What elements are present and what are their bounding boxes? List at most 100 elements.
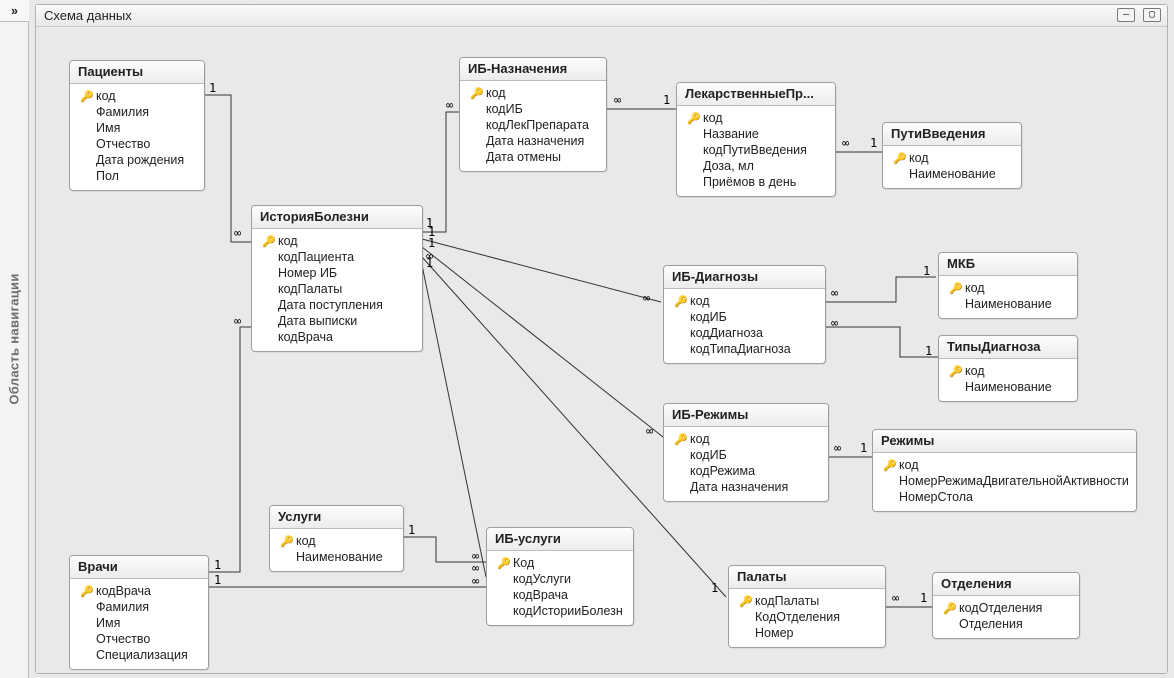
svg-text:1: 1: [860, 441, 867, 455]
field: код: [690, 432, 710, 446]
field: кодТипаДиагноза: [690, 342, 791, 356]
window-maximize-button[interactable]: ▢: [1143, 8, 1161, 22]
field: кодВрача: [513, 588, 568, 602]
svg-text:1: 1: [923, 264, 930, 278]
key-icon: 🔑: [893, 152, 907, 165]
field: код: [703, 111, 723, 125]
field: Имя: [96, 121, 120, 135]
table-title: ИБ-Режимы: [664, 404, 828, 427]
field: Дата рождения: [96, 153, 184, 167]
key-icon: 🔑: [497, 557, 511, 570]
table-title: Услуги: [270, 506, 403, 529]
table-modes[interactable]: Режимы 🔑код НомерРежимаДвигательнойАктив…: [872, 429, 1137, 512]
field: кодВрача: [278, 330, 333, 344]
table-history[interactable]: ИсторияБолезни 🔑код кодПациента Номер ИБ…: [251, 205, 423, 352]
navigation-pane: » Область навигации: [0, 0, 29, 678]
nav-toggle-button[interactable]: »: [0, 0, 29, 22]
field: Номер: [755, 626, 793, 640]
table-title: ПутиВведения: [883, 123, 1021, 146]
field: код: [965, 281, 985, 295]
svg-text:1: 1: [428, 225, 435, 239]
field: кодДиагноза: [690, 326, 763, 340]
field: код: [296, 534, 316, 548]
svg-text:∞: ∞: [892, 591, 899, 605]
nav-toggle-icon: »: [11, 4, 18, 18]
key-icon: 🔑: [883, 459, 897, 472]
table-services[interactable]: Услуги 🔑код Наименование: [269, 505, 404, 572]
table-diag-types[interactable]: ТипыДиагноза 🔑код Наименование: [938, 335, 1078, 402]
table-title: ИсторияБолезни: [252, 206, 422, 229]
key-icon: 🔑: [262, 235, 276, 248]
table-routes[interactable]: ПутиВведения 🔑код Наименование: [882, 122, 1022, 189]
svg-text:1: 1: [426, 216, 433, 230]
table-title: Отделения: [933, 573, 1079, 596]
field: кодПалаты: [278, 282, 342, 296]
table-mkb[interactable]: МКБ 🔑код Наименование: [938, 252, 1078, 319]
key-icon: 🔑: [80, 90, 94, 103]
field: кодВрача: [96, 584, 151, 598]
key-icon: 🔑: [470, 87, 484, 100]
key-icon: 🔑: [949, 365, 963, 378]
key-icon: 🔑: [949, 282, 963, 295]
table-title: Режимы: [873, 430, 1136, 453]
svg-text:1: 1: [920, 591, 927, 605]
key-icon: 🔑: [80, 585, 94, 598]
table-title: Врачи: [70, 556, 208, 579]
table-patients[interactable]: Пациенты 🔑код Фамилия Имя Отчество Дата …: [69, 60, 205, 191]
field: Отделения: [959, 617, 1023, 631]
table-ib-diag[interactable]: ИБ-Диагнозы 🔑код кодИБ кодДиагноза кодТи…: [663, 265, 826, 364]
field: кодПутиВведения: [703, 143, 807, 157]
maximize-icon: ▢: [1149, 10, 1155, 20]
table-doctors[interactable]: Врачи 🔑кодВрача Фамилия Имя Отчество Спе…: [69, 555, 209, 670]
window-minimize-button[interactable]: —: [1117, 8, 1135, 22]
field: кодУслуги: [513, 572, 571, 586]
svg-text:1: 1: [214, 573, 221, 587]
svg-text:1: 1: [428, 236, 435, 250]
table-ib-modes[interactable]: ИБ-Режимы 🔑код кодИБ кодРежима Дата назн…: [663, 403, 829, 502]
field: кодИсторииБолезн: [513, 604, 623, 618]
svg-text:∞: ∞: [646, 424, 653, 438]
table-title: ИБ-Назначения: [460, 58, 606, 81]
table-wards[interactable]: Палаты 🔑кодПалаты КодОтделения Номер: [728, 565, 886, 648]
table-title: Палаты: [729, 566, 885, 589]
key-icon: 🔑: [280, 535, 294, 548]
svg-text:∞: ∞: [446, 98, 453, 112]
table-title: ИБ-услуги: [487, 528, 633, 551]
field: код: [965, 364, 985, 378]
table-departments[interactable]: Отделения 🔑кодОтделения Отделения: [932, 572, 1080, 639]
field: Наименование: [965, 297, 1052, 311]
table-title: ЛекарственныеПр...: [677, 83, 835, 106]
svg-text:∞: ∞: [842, 136, 849, 150]
table-title: МКБ: [939, 253, 1077, 276]
field: кодОтделения: [959, 601, 1042, 615]
field: Дата назначения: [690, 480, 788, 494]
field: Наименование: [909, 167, 996, 181]
field: Специализация: [96, 648, 188, 662]
svg-text:∞: ∞: [831, 316, 838, 330]
svg-text:1: 1: [408, 523, 415, 537]
svg-text:∞: ∞: [426, 249, 433, 263]
minimize-icon: —: [1123, 10, 1129, 20]
table-drugs[interactable]: ЛекарственныеПр... 🔑код Название кодПути…: [676, 82, 836, 197]
field: кодЛекПрепарата: [486, 118, 589, 132]
svg-text:1: 1: [870, 136, 877, 150]
table-ib-assign[interactable]: ИБ-Назначения 🔑код кодИБ кодЛекПрепарата…: [459, 57, 607, 172]
field: Отчество: [96, 137, 150, 151]
window-titlebar[interactable]: Схема данных — ▢: [36, 5, 1167, 27]
diagram-canvas[interactable]: 1∞ 1∞ ∞1 ∞1 1∞ ∞1 ∞1 1∞ ∞1: [36, 27, 1167, 673]
field: кодПациента: [278, 250, 354, 264]
field: кодИБ: [486, 102, 523, 116]
field: Дата выписки: [278, 314, 357, 328]
field: кодИБ: [690, 310, 727, 324]
svg-text:1: 1: [925, 344, 932, 358]
svg-text:∞: ∞: [834, 441, 841, 455]
field: код: [486, 86, 506, 100]
window-title-text: Схема данных: [44, 8, 132, 23]
field: Фамилия: [96, 600, 149, 614]
key-icon: 🔑: [687, 112, 701, 125]
field: код: [899, 458, 919, 472]
table-ib-services[interactable]: ИБ-услуги 🔑Код кодУслуги кодВрача кодИст…: [486, 527, 634, 626]
field: Название: [703, 127, 759, 141]
svg-text:1: 1: [663, 93, 670, 107]
field: Приёмов в день: [703, 175, 796, 189]
